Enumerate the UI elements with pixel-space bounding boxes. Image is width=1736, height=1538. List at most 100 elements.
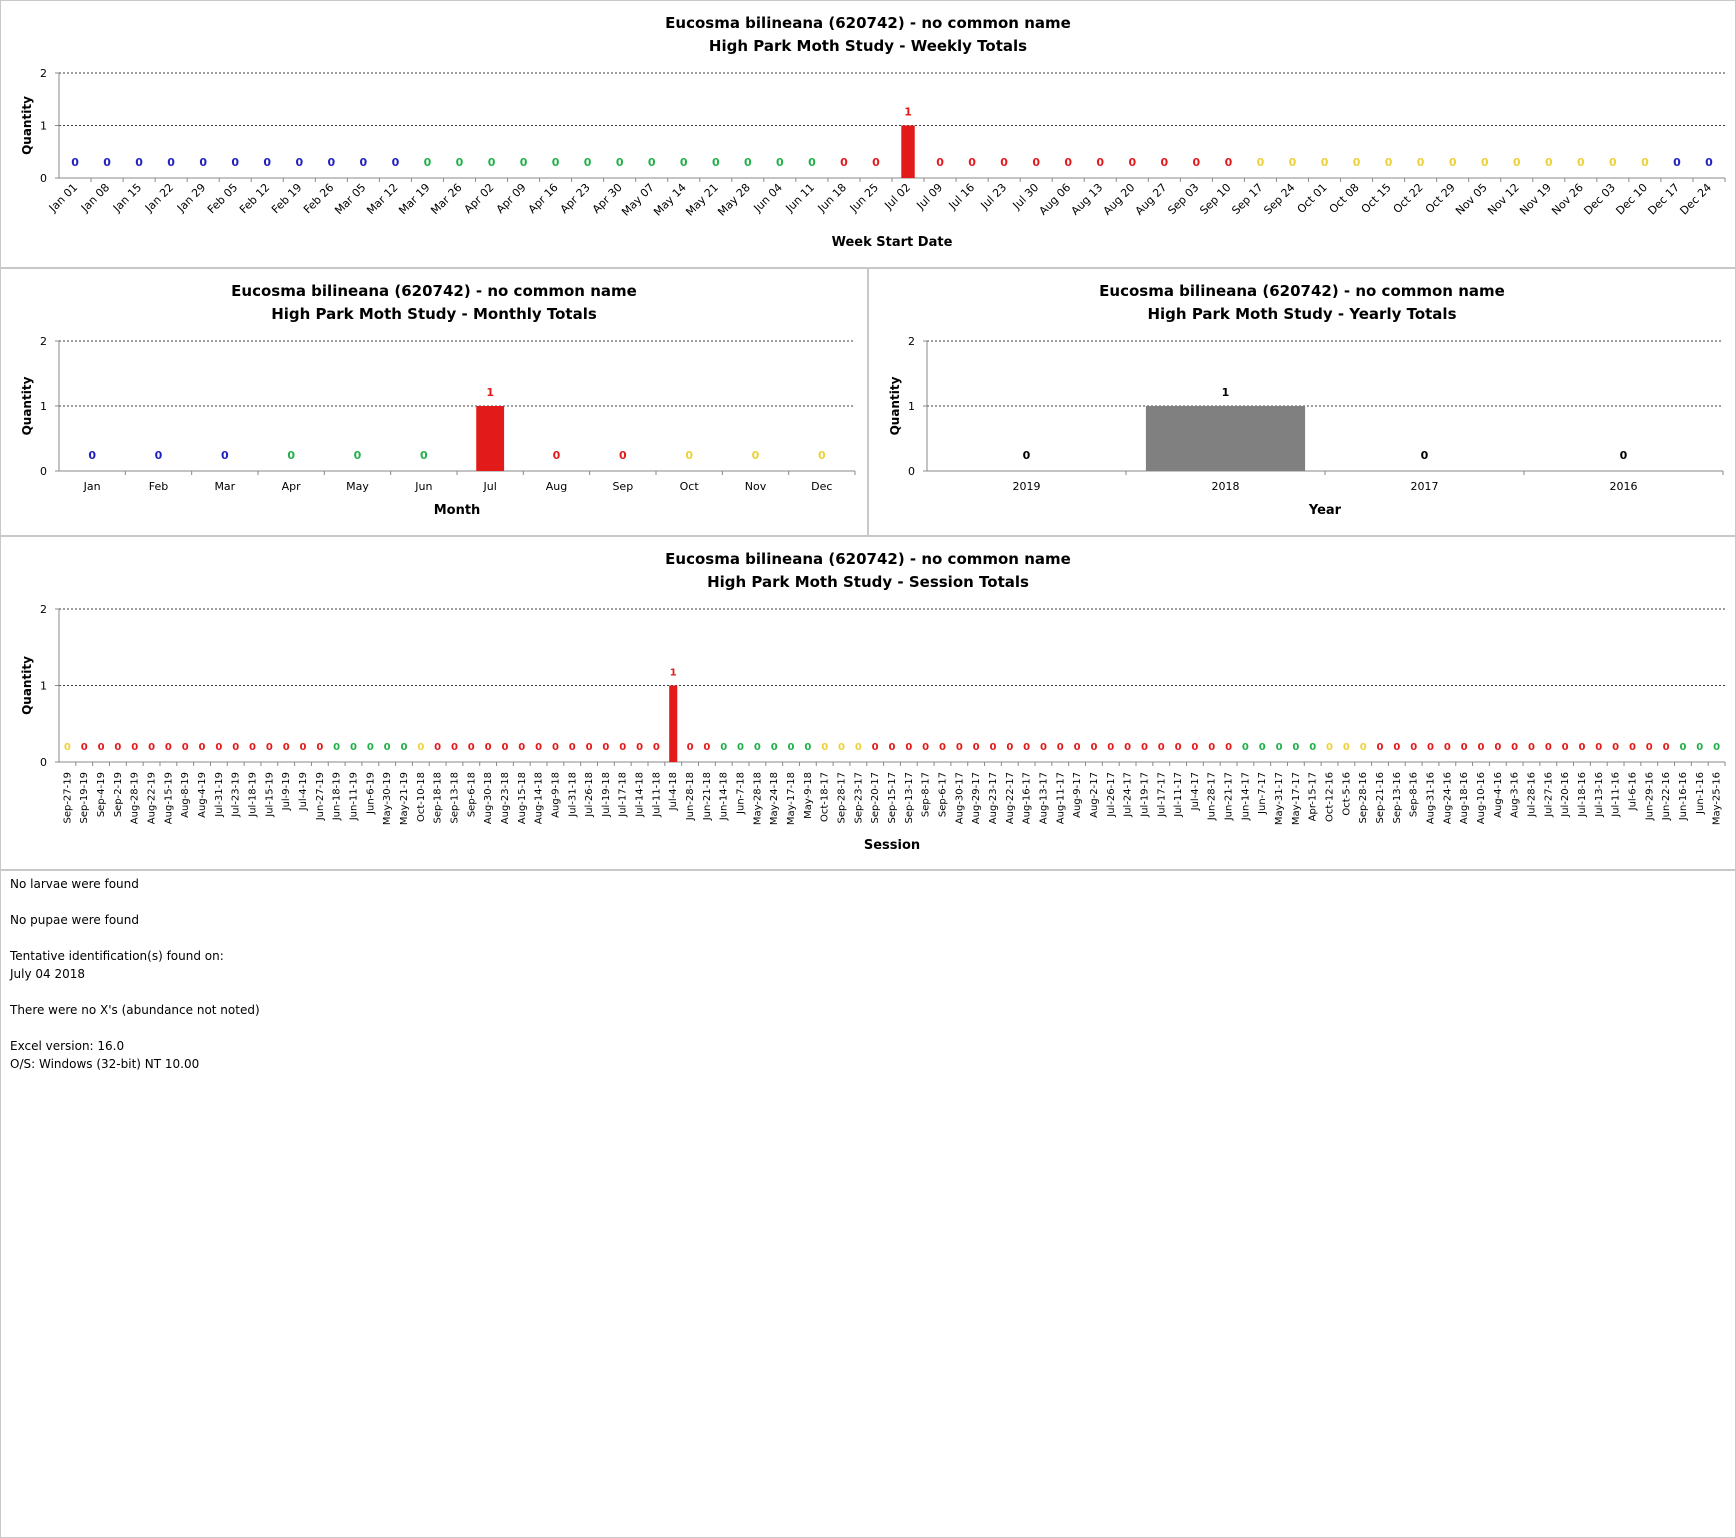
x-tick-label: Jan 22 [142,181,176,215]
x-tick-label: Aug-30-17 [954,772,965,824]
data-label: 0 [434,742,441,753]
x-tick-label: Oct-18-17 [820,772,831,822]
x-tick-label: Nov 26 [1549,181,1586,218]
x-tick-label: Jul-26-17 [1106,772,1117,818]
data-label: 0 [1449,156,1457,169]
chart-title-species: Eucosma bilineana (620742) - no common n… [665,14,1071,32]
x-tick-label: Jun [414,480,432,493]
data-label: 0 [586,742,593,753]
data-label: 0 [1612,742,1619,753]
data-label: 0 [456,156,464,169]
x-tick-label: Jul-11-16 [1611,772,1622,818]
data-label: 0 [350,742,357,753]
data-label: 0 [922,742,929,753]
x-tick-label: Jul-19-17 [1139,772,1150,818]
x-axis-label: Week Start Date [832,235,953,250]
data-label: 0 [1175,742,1182,753]
x-tick-label: Oct 15 [1359,181,1394,216]
data-label: 0 [808,156,816,169]
x-tick-label: Oct 22 [1391,181,1426,216]
tentative-label: Tentative identification(s) found on: [10,949,224,963]
notes-section: No larvae were found No pupae were found… [10,875,260,1073]
x-tick-label: Jul-23-19 [231,772,242,818]
y-tick-label: 2 [40,67,47,80]
y-axis-label: Quantity [20,376,34,435]
x-tick-label: Jun-16-16 [1678,772,1689,821]
data-label: 0 [1713,742,1720,753]
x-tick-label: Jun-7-18 [736,772,747,815]
data-label: 0 [1673,156,1681,169]
data-label: 0 [1128,156,1136,169]
x-tick-label: Jun 18 [815,181,849,215]
bar [669,685,678,762]
data-label: 0 [968,156,976,169]
data-label: 0 [295,156,303,169]
data-label: 0 [1577,156,1585,169]
x-tick-label: Oct 08 [1327,181,1362,216]
x-tick-label: Jun-27-19 [315,772,326,821]
weekly-chart-panel: Eucosma bilineana (620742) - no common n… [0,0,1736,268]
x-tick-label: May-17-18 [786,772,797,825]
x-tick-label: Jun-1-16 [1695,772,1706,815]
x-tick-label: Dec 24 [1677,181,1714,218]
data-label: 0 [1360,742,1367,753]
x-tick-label: Jul-6-16 [1627,772,1638,811]
x-tick-label: Jun-14-18 [719,772,730,821]
x-tick-label: Aug-15-18 [517,772,528,824]
data-label: 0 [199,156,207,169]
data-label: 0 [1064,156,1072,169]
data-label: 0 [956,742,963,753]
data-label: 0 [103,156,111,169]
x-tick-label: Jan 08 [78,181,112,215]
x-tick-label: Aug [546,480,567,493]
xs-note: There were no X's (abundance not noted) [10,1003,260,1017]
x-tick-label: Jul 09 [914,181,946,213]
x-tick-label: Jul 02 [881,181,913,213]
x-tick-label: Feb 19 [269,181,304,216]
x-tick-label: Aug-8-19 [180,772,191,818]
excel-version: Excel version: 16.0 [10,1039,125,1053]
x-tick-label: Mar 12 [364,181,400,217]
x-tick-label: Nov 19 [1517,181,1554,218]
data-label: 0 [417,742,424,753]
x-axis-label: Month [434,503,481,518]
data-label: 0 [114,742,121,753]
x-tick-label: Oct-10-18 [416,772,427,822]
data-label: 0 [973,742,980,753]
data-label: 0 [602,742,609,753]
x-tick-label: Dec 03 [1581,181,1618,218]
data-label: 0 [1225,742,1232,753]
data-label: 0 [283,742,290,753]
x-tick-label: May-31-17 [1274,772,1285,825]
data-label: 0 [81,742,88,753]
chart-title-species: Eucosma bilineana (620742) - no common n… [1099,282,1505,300]
data-label: 0 [636,742,643,753]
x-tick-label: Sep-18-18 [433,772,444,824]
x-tick-label: Feb 12 [237,181,272,216]
x-tick-label: May 28 [715,181,753,219]
x-tick-label: Aug-24-16 [1442,772,1453,824]
tentative-date: July 04 2018 [10,967,86,981]
data-label: 0 [685,449,693,462]
x-tick-label: May [346,480,369,493]
x-tick-label: Sep-23-17 [853,772,864,824]
chart-title-study: High Park Moth Study - Session Totals [707,573,1029,591]
data-label: 0 [71,156,79,169]
x-tick-label: Aug-15-19 [163,772,174,824]
data-label: 0 [939,742,946,753]
data-label: 0 [737,742,744,753]
x-tick-label: Aug 06 [1037,181,1074,218]
x-tick-label: Jan 29 [174,181,208,215]
weekly-chart: Eucosma bilineana (620742) - no common n… [20,14,1726,250]
chart-title-species: Eucosma bilineana (620742) - no common n… [231,282,637,300]
chart-title-study: High Park Moth Study - Yearly Totals [1147,305,1456,323]
data-label: 0 [821,742,828,753]
data-label: 0 [1040,742,1047,753]
x-tick-label: Apr 16 [526,181,561,216]
x-tick-label: Jun-6-19 [365,772,376,815]
x-tick-label: Nov [745,480,767,493]
x-tick-label: May-9-18 [803,772,814,819]
x-tick-label: Oct 01 [1295,181,1330,216]
y-tick-label: 1 [40,400,47,413]
session-chart-panel: Eucosma bilineana (620742) - no common n… [0,536,1736,870]
